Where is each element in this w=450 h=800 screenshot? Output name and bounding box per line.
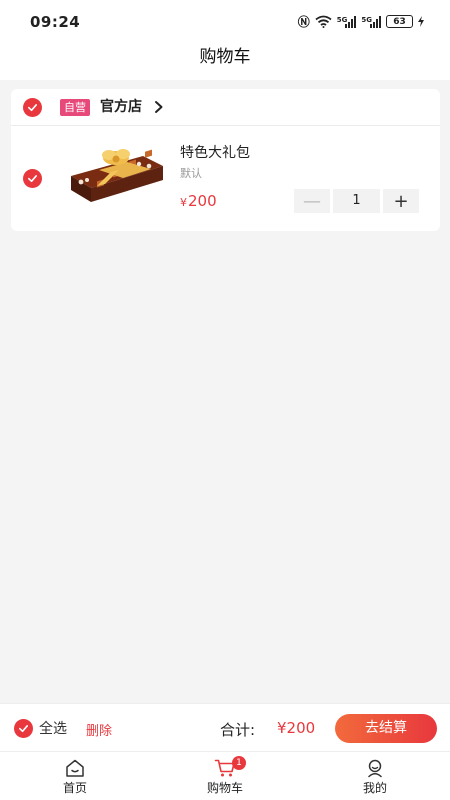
item-select-checkbox[interactable]	[23, 169, 42, 188]
status-icons: Ⓝ 5G 5G 63	[298, 13, 424, 30]
product-price: ¥200	[180, 191, 217, 213]
home-icon	[66, 759, 84, 777]
shop-name-link[interactable]: 官方店	[100, 97, 142, 117]
nav-bar: 购物车	[0, 42, 450, 80]
decrease-quantity-button[interactable]: —	[294, 189, 330, 213]
tab-cart[interactable]: 1 购物车	[185, 756, 265, 796]
quantity-stepper: — 1 +	[294, 189, 419, 213]
select-all-checkbox[interactable]	[14, 718, 33, 738]
shop-select-checkbox[interactable]	[23, 98, 42, 117]
total-value: ¥200	[277, 719, 316, 737]
select-all-label: 全选	[39, 721, 67, 737]
profile-icon	[368, 759, 382, 778]
shop-tag-badge: 自营	[60, 99, 90, 116]
select-all-toggle[interactable]: 全选	[14, 718, 67, 738]
tab-cart-label: 购物车	[206, 781, 243, 795]
signal-icon: 5G	[337, 15, 357, 28]
chevron-right-icon[interactable]	[152, 99, 166, 115]
wifi-icon	[315, 15, 332, 28]
nfc-icon: Ⓝ	[297, 15, 310, 29]
price-value: 200	[188, 192, 217, 210]
tab-bar: 首页 1 购物车 我的	[0, 751, 450, 800]
signal-icon-2: 5G	[361, 15, 381, 28]
quantity-input[interactable]: 1	[333, 189, 380, 213]
tab-home[interactable]: 首页	[35, 758, 115, 796]
status-time: 09:24	[30, 13, 81, 31]
product-image[interactable]	[69, 142, 165, 206]
battery-icon: 63	[386, 15, 413, 28]
check-icon	[28, 175, 37, 183]
shop-card: 自营 官方店 特色大礼包 默认 ¥200 — 1 +	[11, 89, 440, 231]
status-bar: 09:24 Ⓝ 5G 5G 63	[0, 0, 450, 42]
product-name[interactable]: 特色大礼包	[180, 144, 250, 162]
product-spec: 默认	[180, 167, 202, 180]
checkout-button[interactable]: 去结算	[335, 714, 437, 743]
delete-button[interactable]: 删除	[86, 720, 112, 739]
check-icon	[28, 104, 37, 112]
tab-profile[interactable]: 我的	[335, 758, 415, 796]
increase-quantity-button[interactable]: +	[383, 189, 419, 213]
shop-header: 自营 官方店	[11, 89, 440, 126]
checkout-bar: 全选 删除 合计: ¥200 去结算	[0, 703, 450, 751]
tab-home-label: 首页	[62, 781, 87, 795]
check-icon	[19, 724, 28, 732]
total-label: 合计:	[220, 721, 256, 739]
tab-profile-label: 我的	[362, 781, 387, 795]
charging-icon	[418, 16, 424, 27]
cart-badge: 1	[232, 756, 246, 770]
page-title: 购物车	[199, 47, 251, 67]
price-currency: ¥	[180, 196, 187, 209]
